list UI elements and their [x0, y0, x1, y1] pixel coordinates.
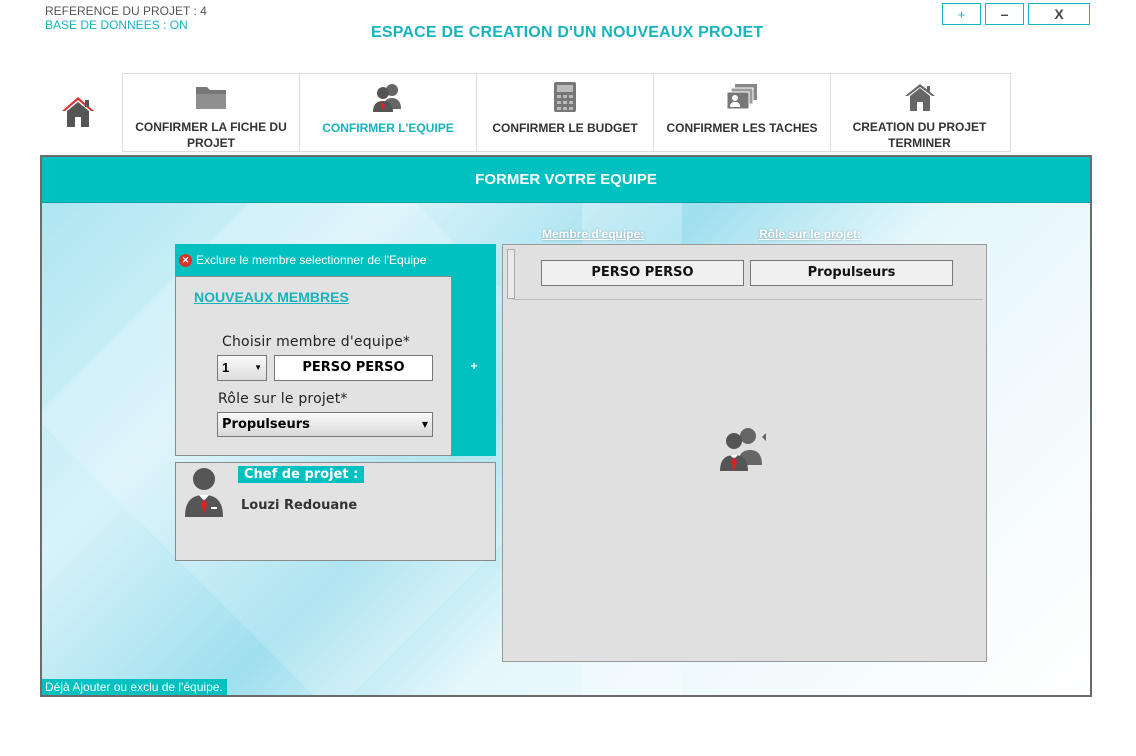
role-select-value: Propulseurs: [222, 417, 310, 432]
step-label: CONFIRMER LA FICHE DU PROJET: [135, 120, 287, 150]
project-lead-name: Louzi Redouane: [241, 498, 358, 513]
chevron-down-icon: ▼: [421, 420, 428, 429]
project-lead-panel: Chef de projet : Louzi Redouane: [175, 462, 496, 561]
frame-header: FORMER VOTRE EQUIPE: [42, 157, 1090, 203]
step-confirm-project-sheet[interactable]: CONFIRMER LA FICHE DU PROJET: [123, 74, 300, 151]
app-window: REFERENCE DU PROJET : 4 BASE DE DONNEES …: [0, 0, 1136, 756]
cards-icon: [726, 84, 757, 110]
scrollbar-handle[interactable]: [507, 249, 515, 299]
person-icon: [185, 468, 223, 517]
team-row[interactable]: PERSO PERSO Propulseurs: [541, 260, 953, 287]
minimize-button[interactable]: –: [985, 3, 1024, 25]
role-column-header: Rôle sur le projet:: [759, 227, 862, 241]
team-form-frame: FORMER VOTRE EQUIPE ✕ Exclure le membre …: [40, 155, 1092, 697]
step-label: CONFIRMER L'EQUIPE: [322, 121, 454, 135]
team-icon: [373, 84, 401, 112]
team-icon: [720, 428, 766, 471]
role-select[interactable]: Propulseurs ▼: [217, 412, 433, 437]
calculator-icon: [554, 82, 576, 112]
add-member-button[interactable]: +: [452, 276, 496, 456]
member-field-label: Choisir membre d'equipe*: [222, 334, 411, 350]
member-column-header: Membre d'equipe:: [542, 227, 645, 241]
home-button[interactable]: [58, 92, 98, 132]
database-status: BASE DE DONNEES : ON: [45, 18, 188, 32]
close-button[interactable]: X: [1028, 3, 1090, 25]
project-reference: REFERENCE DU PROJET : 4: [45, 4, 207, 18]
team-list-panel: PERSO PERSO Propulseurs: [502, 244, 987, 662]
step-confirm-tasks[interactable]: CONFIRMER LES TACHES: [654, 74, 831, 151]
status-bar: Déjà Ajouter ou exclu de l'équipe.: [42, 679, 227, 695]
team-row-role: Propulseurs: [750, 260, 953, 286]
step-navigation: CONFIRMER LA FICHE DU PROJET CONFIRMER L…: [122, 73, 1011, 152]
exclude-member-label: Exclure le membre selectionner de l'Equi…: [196, 253, 427, 267]
new-members-panel: NOUVEAUX MEMBRES Choisir membre d'equipe…: [175, 276, 452, 456]
member-number-select[interactable]: 1 ▼: [217, 355, 267, 381]
step-confirm-team[interactable]: CONFIRMER L'EQUIPE: [300, 74, 477, 151]
step-label: CONFIRMER LES TACHES: [666, 121, 818, 135]
role-field-label: Rôle sur le projet*: [218, 391, 348, 407]
team-row-member: PERSO PERSO: [541, 260, 744, 286]
step-project-creation-done[interactable]: CREATION DU PROJET TERMINER: [831, 74, 1008, 151]
plus-window-button[interactable]: +: [942, 3, 981, 25]
house-icon: [904, 83, 935, 111]
project-lead-label: Chef de projet :: [238, 466, 365, 483]
exclude-member-button[interactable]: ✕ Exclure le membre selectionner de l'Eq…: [175, 244, 496, 276]
close-circle-icon: ✕: [179, 253, 192, 267]
chevron-down-icon: ▼: [254, 363, 262, 372]
folder-icon: [196, 86, 226, 109]
new-members-link[interactable]: NOUVEAUX MEMBRES: [194, 289, 349, 305]
frame-title: FORMER VOTRE EQUIPE: [475, 171, 657, 188]
divider: [513, 299, 983, 300]
step-confirm-budget[interactable]: CONFIRMER LE BUDGET: [477, 74, 654, 151]
member-name-field[interactable]: PERSO PERSO: [274, 355, 433, 381]
step-label: CREATION DU PROJET TERMINER: [852, 120, 987, 150]
member-number-value: 1: [222, 360, 230, 375]
page-title: ESPACE DE CREATION D'UN NOUVEAUX PROJET: [371, 24, 764, 41]
home-icon: [62, 97, 94, 127]
step-label: CONFIRMER LE BUDGET: [492, 121, 638, 135]
